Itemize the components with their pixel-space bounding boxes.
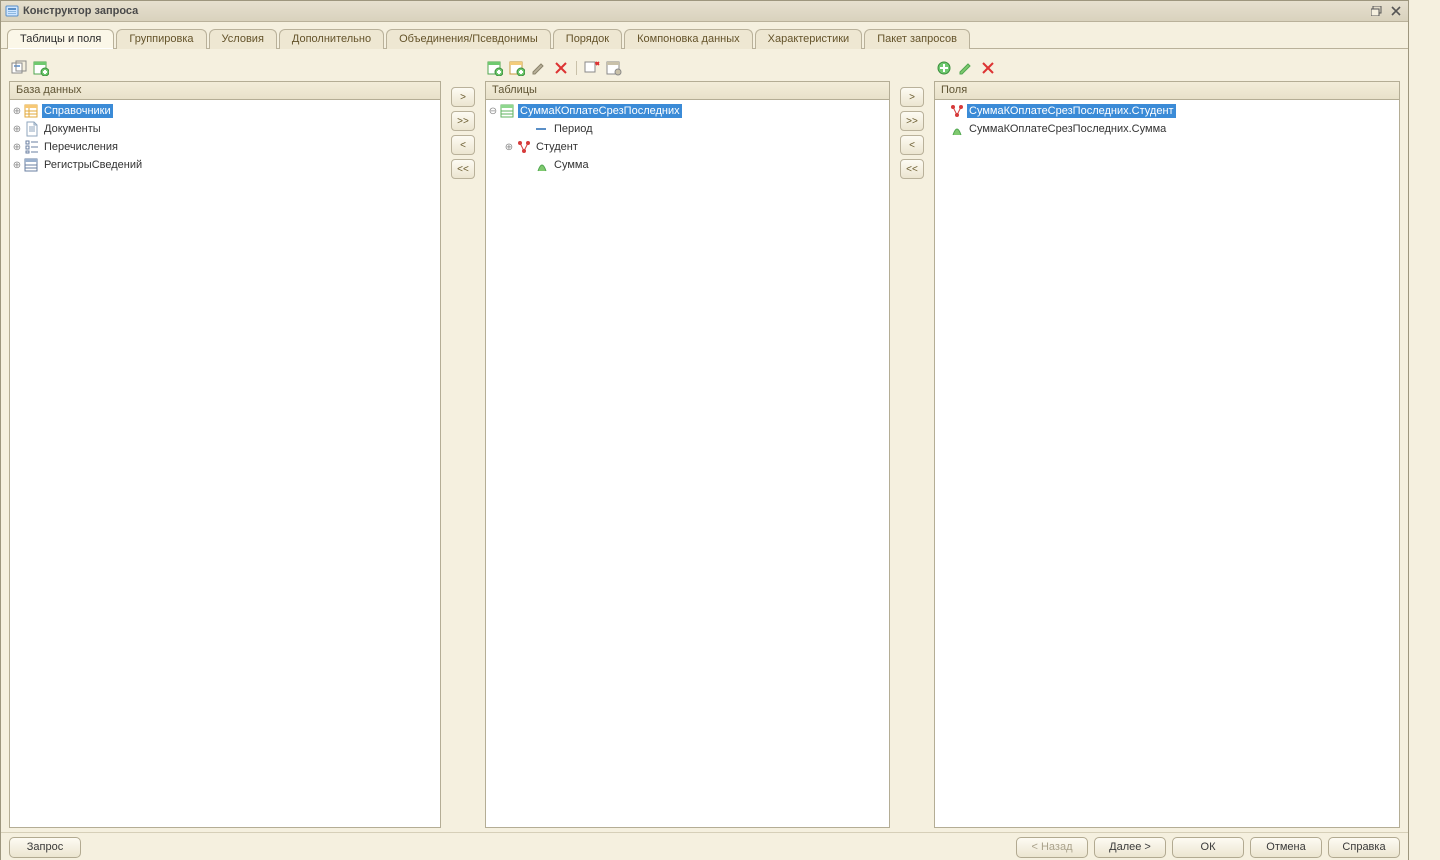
enum-icon — [24, 139, 40, 155]
delete-icon[interactable] — [980, 60, 996, 76]
tab-advanced[interactable]: Дополнительно — [279, 29, 384, 49]
close-icon[interactable] — [1388, 4, 1404, 18]
expand-icon[interactable]: ⊕ — [502, 142, 516, 153]
content-area: База данных ⊕ Справочники ⊕ Документы ⊕ — [1, 49, 1408, 832]
add-nested-icon[interactable] — [487, 60, 503, 76]
fields-header: Поля — [934, 81, 1400, 100]
tab-data-composition[interactable]: Компоновка данных — [624, 29, 753, 49]
tab-grouping[interactable]: Группировка — [116, 29, 206, 49]
move-left-button[interactable]: < — [451, 135, 475, 155]
separator — [576, 61, 577, 75]
tab-characteristics[interactable]: Характеристики — [755, 29, 863, 49]
move-right-all-button[interactable]: >> — [900, 111, 924, 131]
document-icon — [24, 121, 40, 137]
move-left-all-button[interactable]: << — [900, 159, 924, 179]
field-item-label: СуммаКОплатеСрезПоследних.Студент — [967, 104, 1176, 118]
database-column: База данных ⊕ Справочники ⊕ Документы ⊕ — [9, 57, 441, 828]
edit-icon[interactable] — [958, 60, 974, 76]
fields-list[interactable]: СуммаКОплатеСрезПоследних.Студент СуммаК… — [934, 100, 1400, 828]
catalog-icon — [24, 103, 40, 119]
add-icon[interactable] — [936, 60, 952, 76]
collapse-icon[interactable]: ⊖ — [486, 106, 500, 117]
restore-icon[interactable] — [1369, 4, 1385, 18]
table-field-student[interactable]: ⊕ Студент — [486, 138, 889, 156]
move-left-all-button[interactable]: << — [451, 159, 475, 179]
titlebar: Конструктор запроса — [1, 1, 1408, 22]
replace-table-icon[interactable] — [584, 60, 600, 76]
footer: Запрос < Назад Далее > ОК Отмена Справка — [1, 832, 1408, 860]
move-right-button[interactable]: > — [451, 87, 475, 107]
help-button[interactable]: Справка — [1328, 837, 1400, 858]
db-node-enums[interactable]: ⊕ Перечисления — [10, 138, 440, 156]
tables-header: Таблицы — [485, 81, 890, 100]
database-tree[interactable]: ⊕ Справочники ⊕ Документы ⊕ Перечисления — [9, 100, 441, 828]
tab-tables-fields[interactable]: Таблицы и поля — [7, 29, 114, 49]
edit-icon[interactable] — [531, 60, 547, 76]
move-right-all-button[interactable]: >> — [451, 111, 475, 131]
expand-icon[interactable]: ⊕ — [10, 142, 24, 153]
fields-toolbar — [934, 57, 1400, 81]
register-table-icon — [500, 103, 516, 119]
move-tables-to-fields: > >> < << — [898, 57, 926, 828]
db-node-documents[interactable]: ⊕ Документы — [10, 120, 440, 138]
field-label: Студент — [534, 140, 580, 154]
db-node-label: Документы — [42, 122, 103, 136]
table-node-root[interactable]: ⊖ СуммаКОплатеСрезПоследних — [486, 102, 889, 120]
tab-query-package[interactable]: Пакет запросов — [864, 29, 970, 49]
ref-icon — [516, 139, 532, 155]
table-field-sum[interactable]: Сумма — [486, 156, 889, 174]
tab-conditions[interactable]: Условия — [209, 29, 277, 49]
field-item[interactable]: СуммаКОплатеСрезПоследних.Студент — [935, 102, 1399, 120]
db-node-label: Справочники — [42, 104, 113, 118]
window-title: Конструктор запроса — [23, 5, 1369, 17]
temp-table-icon[interactable] — [33, 60, 49, 76]
window-controls — [1369, 4, 1404, 18]
field-item[interactable]: СуммаКОплатеСрезПоследних.Сумма — [935, 120, 1399, 138]
nested-query-icon[interactable] — [11, 60, 27, 76]
expand-icon[interactable]: ⊕ — [10, 160, 24, 171]
query-button[interactable]: Запрос — [9, 837, 81, 858]
database-header: База данных — [9, 81, 441, 100]
expand-icon[interactable]: ⊕ — [10, 124, 24, 135]
tab-bar: Таблицы и поля Группировка Условия Допол… — [1, 22, 1408, 49]
move-right-button[interactable]: > — [900, 87, 924, 107]
move-left-button[interactable]: < — [900, 135, 924, 155]
tables-tree[interactable]: ⊖ СуммаКОплатеСрезПоследних Период ⊕ Сту… — [485, 100, 890, 828]
ref-icon — [949, 103, 965, 119]
tab-unions-aliases[interactable]: Объединения/Псевдонимы — [386, 29, 551, 49]
db-node-label: РегистрыСведений — [42, 158, 144, 172]
query-builder-window: Конструктор запроса Таблицы и поля Групп… — [0, 0, 1409, 860]
move-db-to-tables: > >> < << — [449, 57, 477, 828]
resource-icon — [949, 121, 965, 137]
table-field-period[interactable]: Период — [486, 120, 889, 138]
db-node-info-registers[interactable]: ⊕ РегистрыСведений — [10, 156, 440, 174]
ok-button[interactable]: ОК — [1172, 837, 1244, 858]
db-node-label: Перечисления — [42, 140, 120, 154]
info-register-icon — [24, 157, 40, 173]
app-icon — [5, 4, 19, 18]
delete-icon[interactable] — [553, 60, 569, 76]
tables-column: Таблицы ⊖ СуммаКОплатеСрезПоследних Пери… — [485, 57, 890, 828]
tables-toolbar — [485, 57, 890, 81]
cancel-button[interactable]: Отмена — [1250, 837, 1322, 858]
expand-icon[interactable]: ⊕ — [10, 106, 24, 117]
field-label: Период — [552, 122, 595, 136]
field-item-label: СуммаКОплатеСрезПоследних.Сумма — [967, 122, 1168, 136]
table-node-label: СуммаКОплатеСрезПоследних — [518, 104, 682, 118]
db-node-catalogs[interactable]: ⊕ Справочники — [10, 102, 440, 120]
period-icon — [534, 121, 550, 137]
database-toolbar — [9, 57, 441, 81]
add-temp-table-icon[interactable] — [509, 60, 525, 76]
field-label: Сумма — [552, 158, 591, 172]
next-button[interactable]: Далее > — [1094, 837, 1166, 858]
table-params-icon[interactable] — [606, 60, 622, 76]
back-button[interactable]: < Назад — [1016, 837, 1088, 858]
fields-column: Поля СуммаКОплатеСрезПоследних.Студент С… — [934, 57, 1400, 828]
tab-order[interactable]: Порядок — [553, 29, 622, 49]
resource-icon — [534, 157, 550, 173]
